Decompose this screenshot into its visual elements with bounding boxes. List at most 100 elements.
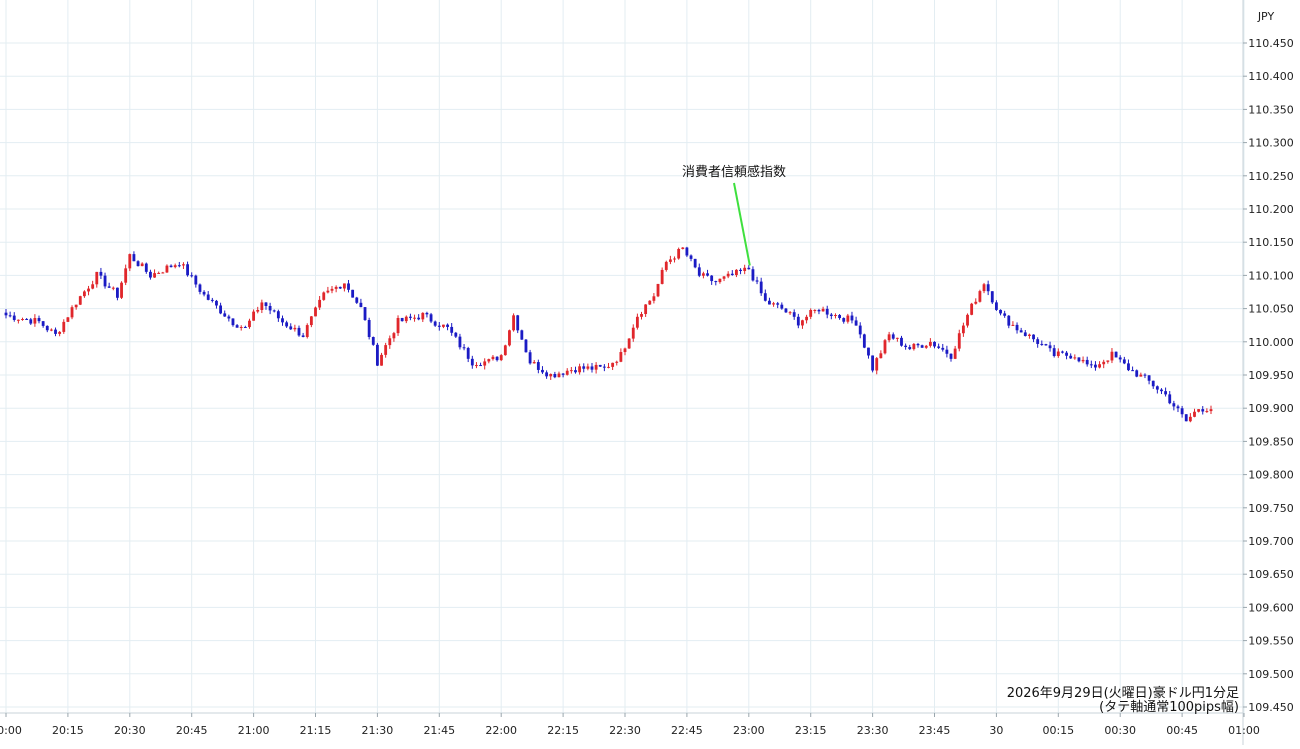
candle-body bbox=[219, 305, 223, 314]
candle-body bbox=[338, 286, 342, 289]
candle-body bbox=[1048, 345, 1052, 349]
candle-body bbox=[495, 356, 499, 361]
candle-body bbox=[759, 281, 763, 294]
candle-body bbox=[1073, 357, 1077, 359]
candle-body bbox=[652, 296, 656, 301]
candle-body bbox=[446, 324, 449, 327]
candle bbox=[1135, 369, 1139, 378]
candle-body bbox=[462, 347, 466, 349]
candle-body bbox=[41, 321, 45, 326]
candle-body bbox=[751, 269, 755, 281]
candle-body bbox=[623, 348, 627, 353]
candle-body bbox=[293, 327, 297, 330]
y-tick-label: 109.700 bbox=[1248, 535, 1294, 548]
candle-body bbox=[681, 247, 685, 249]
candle-body bbox=[375, 344, 379, 366]
candle-body bbox=[763, 293, 767, 301]
candle-body bbox=[739, 269, 742, 272]
candle-body bbox=[569, 370, 573, 372]
candle-body bbox=[367, 319, 371, 338]
candle-body bbox=[611, 362, 615, 367]
candle-body bbox=[574, 370, 577, 373]
candle-body bbox=[194, 275, 198, 285]
candle-body bbox=[1089, 364, 1093, 366]
candle bbox=[322, 291, 326, 301]
candle-body bbox=[413, 317, 416, 319]
candle bbox=[367, 317, 371, 340]
candle-body bbox=[1197, 409, 1201, 412]
x-tick-label: 22:45 bbox=[671, 724, 703, 737]
candle-body bbox=[871, 355, 875, 371]
candle-body bbox=[305, 325, 309, 337]
candle-body bbox=[309, 316, 313, 326]
x-tick-label: 21:30 bbox=[362, 724, 394, 737]
candle-body bbox=[664, 261, 668, 270]
candle-body bbox=[875, 358, 879, 371]
candle bbox=[660, 267, 664, 285]
x-tick-label: 23:00 bbox=[733, 724, 765, 737]
candle-body bbox=[235, 325, 239, 328]
chart-info-line2: (タテ軸通常100pips幅) bbox=[1099, 700, 1239, 715]
candle bbox=[363, 307, 367, 321]
candle-body bbox=[1188, 416, 1192, 422]
x-tick-label: 20:00 bbox=[0, 724, 22, 737]
candle-body bbox=[883, 340, 887, 354]
candle-body bbox=[834, 315, 837, 317]
annotation-label: 消費者信頼感指数 bbox=[682, 164, 786, 180]
candle-body bbox=[549, 374, 553, 377]
candle-body bbox=[912, 343, 916, 350]
candle-body bbox=[483, 361, 487, 366]
candle-body bbox=[62, 321, 66, 332]
candle-body bbox=[722, 276, 726, 279]
y-tick-label: 110.400 bbox=[1248, 70, 1294, 83]
candle-body bbox=[1118, 357, 1122, 360]
candle-body bbox=[111, 287, 115, 289]
y-tick-label: 110.200 bbox=[1248, 203, 1294, 216]
candle bbox=[351, 289, 355, 298]
candle-body bbox=[928, 341, 932, 346]
candle bbox=[693, 258, 697, 269]
candle-body bbox=[978, 291, 982, 302]
candle-body bbox=[668, 259, 672, 262]
candle-body bbox=[21, 319, 24, 321]
candle-body bbox=[1098, 364, 1101, 368]
candle-body bbox=[103, 275, 107, 287]
candle bbox=[990, 291, 994, 305]
candle-body bbox=[454, 332, 458, 337]
candle-body bbox=[417, 317, 421, 320]
candle-body bbox=[330, 288, 334, 291]
candle bbox=[499, 354, 503, 362]
candle-body bbox=[966, 314, 969, 326]
y-tick-label: 110.150 bbox=[1248, 236, 1294, 249]
candle-body bbox=[904, 345, 908, 348]
candle-body bbox=[25, 319, 29, 321]
candle-body bbox=[640, 314, 643, 317]
candle-body bbox=[231, 318, 235, 326]
candle-body bbox=[157, 272, 161, 274]
candle-body bbox=[1193, 411, 1196, 417]
candle-body bbox=[239, 327, 243, 329]
candle-body bbox=[553, 374, 557, 378]
candle-body bbox=[487, 359, 491, 362]
candle-body bbox=[37, 318, 41, 322]
candle-body bbox=[82, 291, 86, 297]
candle-body bbox=[924, 345, 928, 348]
candle-body bbox=[479, 365, 482, 367]
candle-body bbox=[1201, 409, 1205, 412]
candle-body bbox=[677, 248, 681, 259]
candle-body bbox=[248, 320, 251, 328]
candle-body bbox=[116, 287, 119, 298]
candle-body bbox=[949, 353, 953, 359]
x-tick-label: 23:15 bbox=[795, 724, 827, 737]
candle-body bbox=[1172, 403, 1176, 407]
candle-body bbox=[1102, 361, 1106, 365]
candle-body bbox=[33, 318, 37, 324]
candle-body bbox=[908, 347, 912, 350]
candle-body bbox=[701, 273, 705, 276]
candle-body bbox=[429, 314, 433, 322]
candle bbox=[1114, 351, 1118, 358]
candle-body bbox=[607, 366, 610, 368]
candle-body bbox=[1036, 339, 1040, 344]
candle-body bbox=[314, 307, 317, 317]
candle-body bbox=[524, 339, 528, 353]
